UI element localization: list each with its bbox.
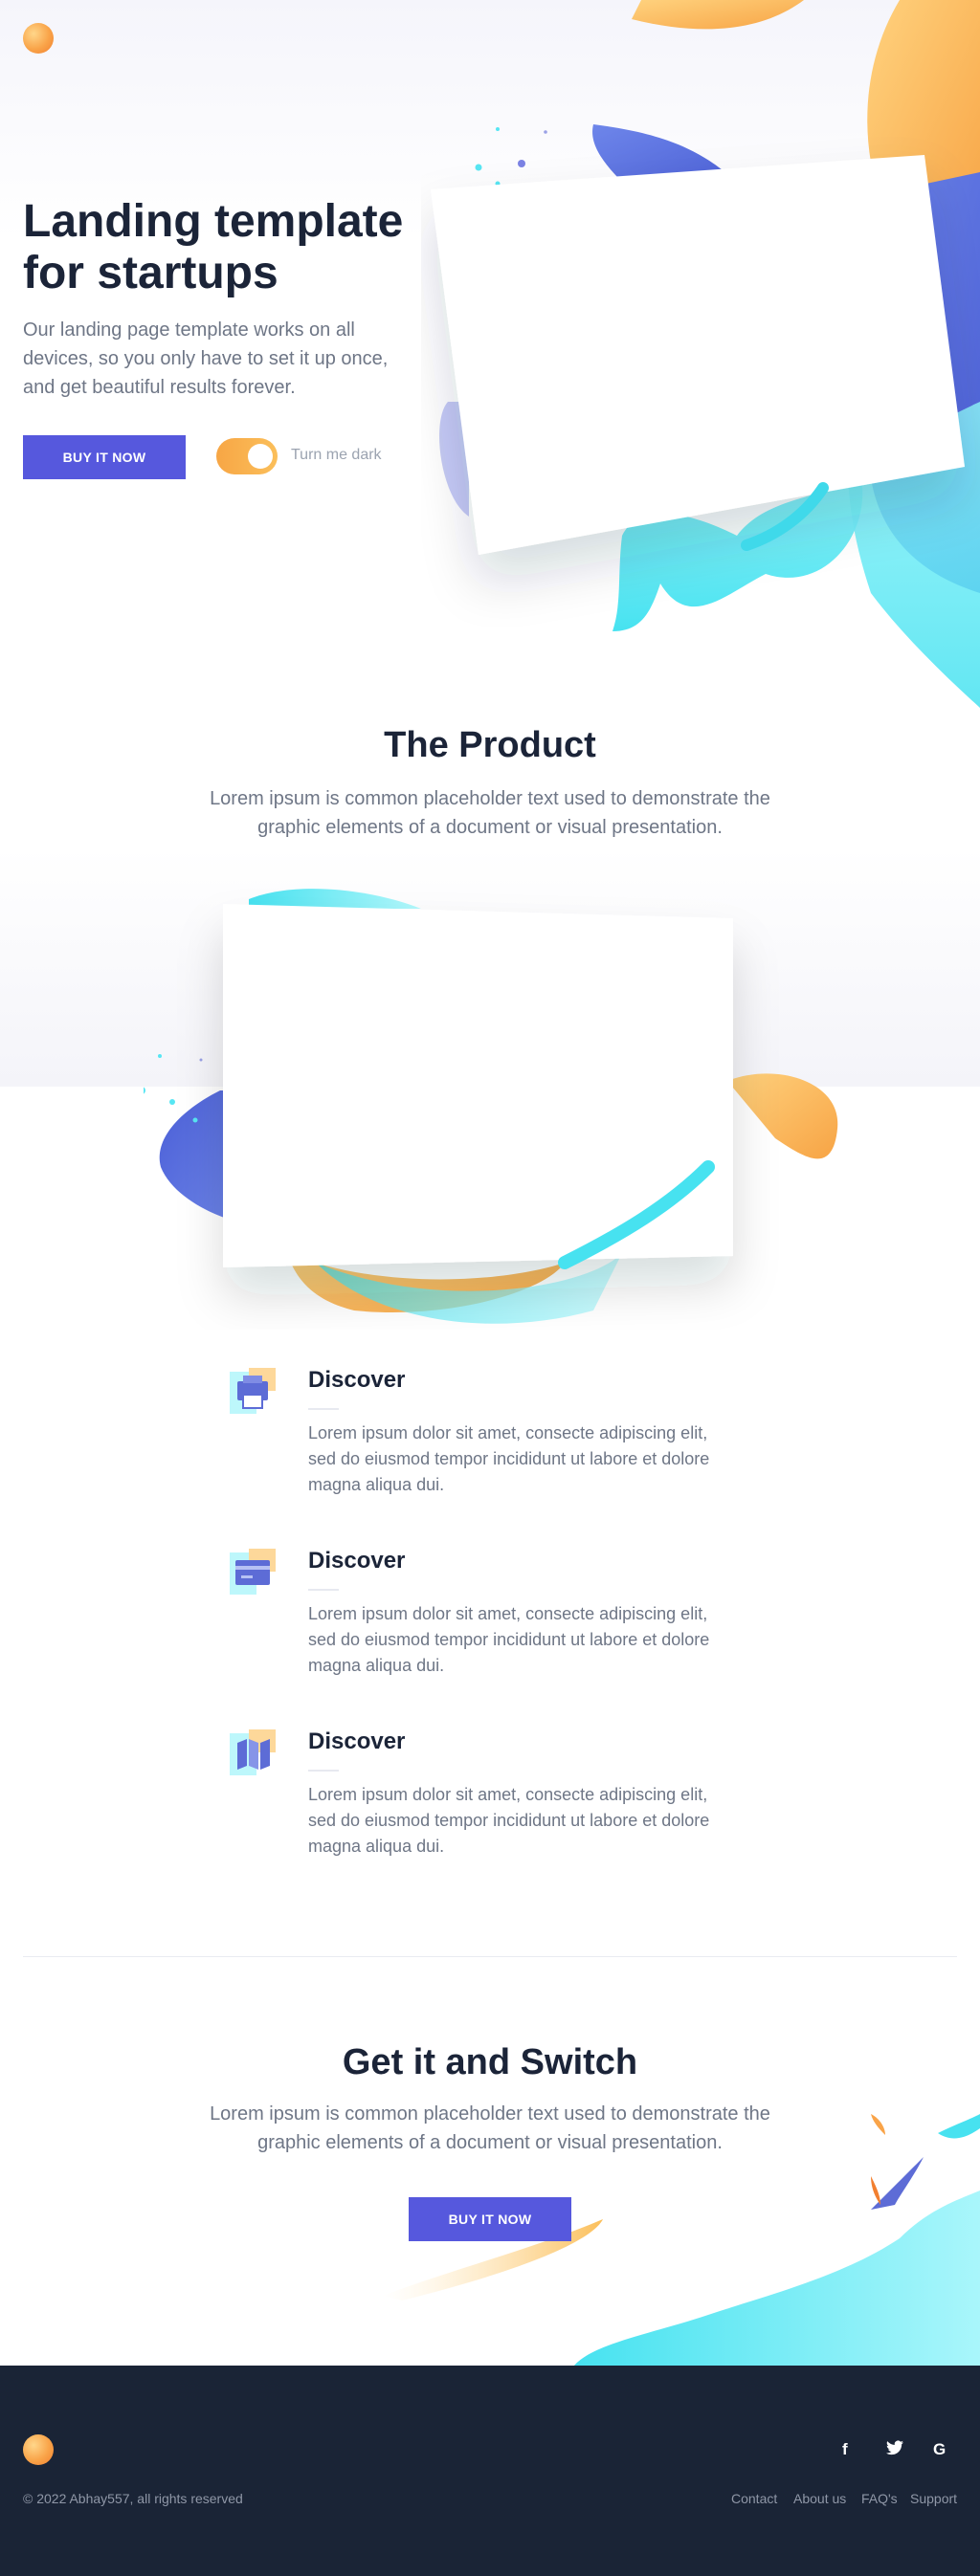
feature-description: Lorem ipsum dolor sit amet, consecte adi… <box>308 1604 710 1675</box>
hero-description: Our landing page template works on all d… <box>23 319 389 398</box>
section-divider <box>23 1956 957 1957</box>
cta-buy-it-now-button[interactable]: BUY IT NOW <box>409 2197 571 2241</box>
feature-divider <box>308 1770 339 1772</box>
feature-item <box>230 1549 276 1599</box>
feature-title: Discover <box>308 1548 406 1574</box>
feature-description: Lorem ipsum dolor sit amet, consecte adi… <box>308 1423 710 1494</box>
google-icon[interactable]: G <box>933 2440 946 2459</box>
footer-link-contact[interactable]: Contact <box>731 2491 777 2506</box>
hero-title: Landing template for startups <box>23 196 404 298</box>
product-section-description: Lorem ipsum is common placeholder text u… <box>210 788 770 838</box>
feature-divider <box>308 1589 339 1591</box>
product-section-title: The Product <box>384 725 596 765</box>
twitter-icon-shape <box>886 2440 903 2455</box>
facebook-icon[interactable]: f <box>842 2440 848 2459</box>
feature-description: Lorem ipsum dolor sit amet, consecte adi… <box>308 1785 710 1856</box>
footer-link-faqs[interactable]: FAQ's <box>861 2491 898 2506</box>
printer-icon <box>230 1368 276 1414</box>
feature-title: Discover <box>308 1367 406 1393</box>
logo[interactable] <box>23 23 54 54</box>
buy-it-now-button[interactable]: BUY IT NOW <box>23 435 186 479</box>
feature-item <box>230 1368 276 1419</box>
feature-divider <box>308 1408 339 1410</box>
twitter-icon[interactable] <box>886 2440 903 2460</box>
hero-illustration <box>431 0 980 708</box>
feature-title: Discover <box>308 1728 406 1754</box>
map-icon <box>230 1729 276 1775</box>
footer-link-support[interactable]: Support <box>910 2491 957 2506</box>
dark-mode-toggle[interactable] <box>216 438 278 474</box>
cta-section-description: Lorem ipsum is common placeholder text u… <box>210 2103 770 2153</box>
product-illustration <box>144 889 838 1324</box>
feature-item <box>230 1729 276 1780</box>
toggle-knob <box>248 444 273 469</box>
footer-logo[interactable] <box>23 2434 54 2465</box>
dark-mode-toggle-label: Turn me dark <box>291 447 382 463</box>
cta-section-title: Get it and Switch <box>342 2042 638 2082</box>
copyright-text: © 2022 Abhay557, all rights reserved <box>23 2491 243 2506</box>
credit-card-icon <box>230 1549 276 1595</box>
footer: f G © 2022 Abhay557, all rights reserved… <box>0 2366 980 2576</box>
footer-link-about-us[interactable]: About us <box>793 2491 846 2506</box>
